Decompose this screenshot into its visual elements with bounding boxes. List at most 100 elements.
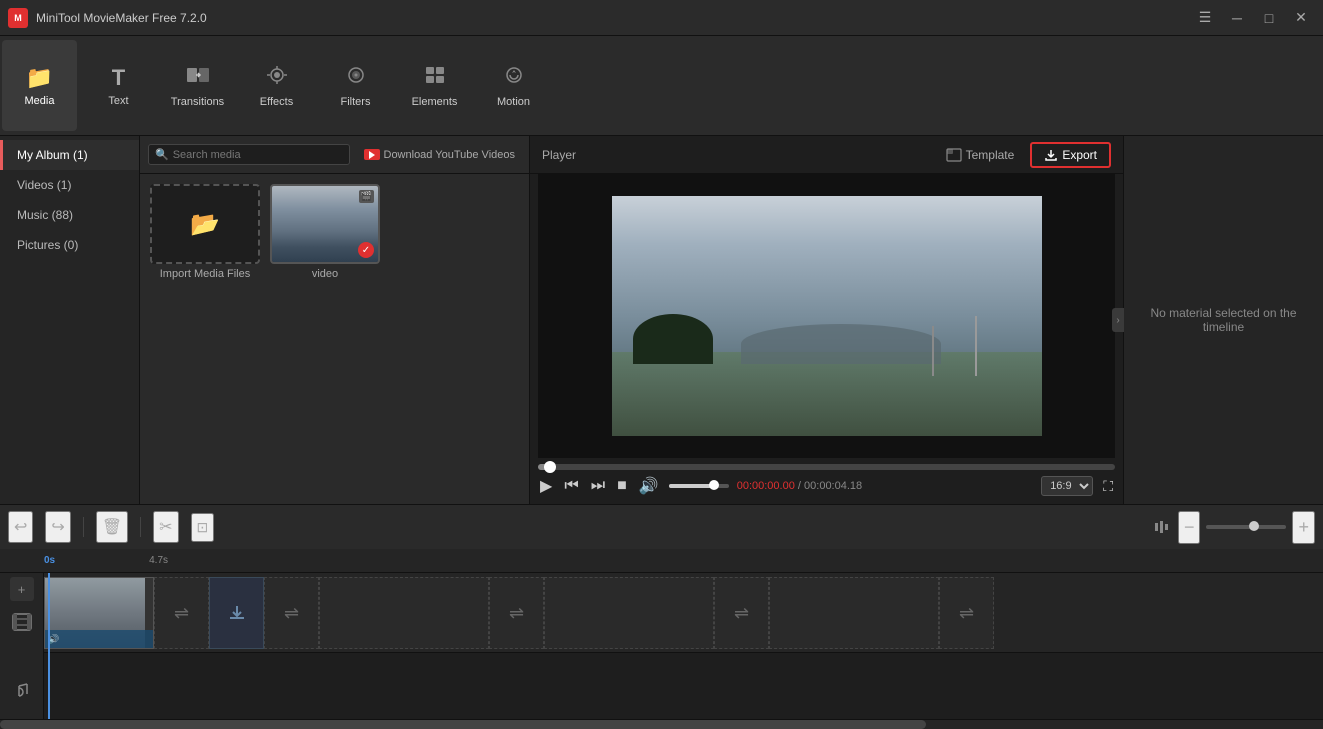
search-box[interactable]: 🔍 Search media	[148, 144, 350, 165]
volume-slider[interactable]	[669, 484, 729, 488]
toolbar-motion[interactable]: Motion	[476, 40, 551, 131]
ground-area	[612, 352, 1042, 436]
audio-track	[44, 653, 1323, 703]
cut-button[interactable]: ✂	[153, 511, 178, 543]
toolbar-effects[interactable]: Effects	[239, 40, 314, 131]
title-bar: M MiniTool MovieMaker Free 7.2.0 ☰ ─ □ ✕	[0, 0, 1323, 36]
toolbar-filters[interactable]: Filters	[318, 40, 393, 131]
template-icon	[946, 148, 962, 162]
toolbar-media-label: Media	[25, 95, 55, 107]
media-icon: 📁	[26, 65, 53, 91]
add-track-button[interactable]: +	[10, 577, 34, 601]
import-label: Import Media Files	[160, 268, 250, 280]
search-placeholder: Search media	[173, 149, 241, 161]
youtube-play-icon	[369, 151, 375, 159]
controls-right: 16:9 9:16 1:1 4:3 21:9 ⛶	[1041, 476, 1115, 497]
prev-frame-button[interactable]: ⏮	[562, 475, 580, 497]
motion-icon	[502, 64, 526, 92]
export-button[interactable]: Export	[1030, 142, 1111, 168]
transition-cell-5[interactable]: ⇌	[714, 577, 769, 649]
timeline-scrollbar[interactable]	[0, 719, 1323, 729]
volume-fill	[669, 484, 714, 488]
toolbar-elements[interactable]: Elements	[397, 40, 472, 131]
ruler-mark-0: 0s	[44, 555, 55, 566]
minimize-button[interactable]: ─	[1223, 8, 1251, 28]
play-button[interactable]: ▶	[538, 474, 554, 498]
progress-bar[interactable]	[538, 464, 1115, 470]
transitions-icon	[186, 64, 210, 92]
delete-button[interactable]: 🗑	[96, 511, 128, 543]
progress-handle[interactable]	[544, 461, 556, 473]
sidebar-item-my-album[interactable]: My Album (1)	[0, 140, 139, 170]
transition-cell-1[interactable]: ⇌	[154, 577, 209, 649]
elements-icon	[423, 64, 447, 92]
text-icon: T	[112, 65, 125, 91]
video-label: video	[312, 268, 338, 280]
player-actions: Template Export	[938, 142, 1111, 168]
redo-button[interactable]: ↪	[45, 511, 70, 543]
zoom-handle[interactable]	[1249, 521, 1259, 531]
volume-button[interactable]: 🔊	[637, 474, 661, 498]
transition-cell-4[interactable]: ⇌	[489, 577, 544, 649]
audio-waveform	[45, 630, 153, 648]
video-media-item[interactable]: 🎬 ✓ video	[270, 184, 380, 280]
player-video-inner	[612, 196, 1042, 436]
time-current: 00:00:00.00	[737, 480, 795, 492]
youtube-download-button[interactable]: Download YouTube Videos	[358, 146, 522, 164]
template-button[interactable]: Template	[938, 144, 1023, 166]
toolbar-text[interactable]: T Text	[81, 40, 156, 131]
tree-left	[633, 314, 713, 364]
zoom-out-button[interactable]: −	[1178, 511, 1201, 544]
film-icon	[12, 613, 32, 631]
aspect-ratio-select[interactable]: 16:9 9:16 1:1 4:3 21:9	[1041, 476, 1093, 496]
toolbar: 📁 Media T Text Transitions	[0, 36, 1323, 136]
menu-button[interactable]: ☰	[1191, 8, 1219, 28]
sidebar-item-videos[interactable]: Videos (1)	[0, 170, 139, 200]
fullscreen-button[interactable]: ⛶	[1101, 476, 1115, 497]
transition-cell-3[interactable]: ⇌	[264, 577, 319, 649]
crop-button[interactable]: ⊡	[191, 513, 215, 542]
sidebar-item-music[interactable]: Music (88)	[0, 200, 139, 230]
transition-cell-2[interactable]	[209, 577, 264, 649]
stop-button[interactable]: ■	[615, 475, 629, 497]
collapse-button[interactable]: ›	[1112, 308, 1124, 332]
scroll-thumb[interactable]	[0, 720, 926, 729]
download-icon	[227, 603, 247, 623]
video-track-icon	[12, 613, 32, 634]
video-thumb[interactable]: 🎬 ✓	[270, 184, 380, 264]
timeline-track-area: +	[0, 573, 1323, 719]
undo-button[interactable]: ↩	[8, 511, 33, 543]
video-clip-1[interactable]: 🔊	[44, 577, 154, 649]
zoom-controls: − +	[1154, 511, 1315, 544]
ruler-mark-1: 4.7s	[149, 555, 168, 566]
zoom-slider[interactable]	[1206, 525, 1286, 529]
sidebar-item-pictures[interactable]: Pictures (0)	[0, 230, 139, 260]
import-thumb[interactable]: 📂	[150, 184, 260, 264]
time-total: 00:00:04.18	[804, 480, 862, 492]
time-display: 00:00:00.00 / 00:00:04.18	[737, 480, 862, 492]
import-media-item[interactable]: 📂 Import Media Files	[150, 184, 260, 280]
timeline-playhead[interactable]	[48, 573, 50, 719]
toolbar-filters-label: Filters	[341, 96, 371, 108]
pole-2	[932, 326, 934, 376]
search-icon: 🔍	[155, 148, 169, 161]
empty-cell-1	[319, 577, 489, 649]
properties-panel: › No material selected on the timeline	[1123, 136, 1323, 504]
player-controls: ▶ ⏮ ⏭ ■ 🔊 00:00:00.00 / 00:00:04.18	[530, 458, 1123, 504]
volume-handle[interactable]	[709, 480, 719, 490]
app-body: 📁 Media T Text Transitions	[0, 36, 1323, 729]
next-frame-button[interactable]: ⏭	[589, 475, 607, 497]
youtube-label: Download YouTube Videos	[384, 149, 516, 161]
toolbar-transitions[interactable]: Transitions	[160, 40, 235, 131]
filters-icon	[344, 64, 368, 92]
transition-cell-6[interactable]: ⇌	[939, 577, 994, 649]
toolbar-media[interactable]: 📁 Media	[2, 40, 77, 131]
maximize-button[interactable]: □	[1255, 8, 1283, 28]
app-title: MiniTool MovieMaker Free 7.2.0	[36, 11, 1183, 25]
toolbar-elements-label: Elements	[412, 96, 458, 108]
tl-separator-2	[140, 517, 141, 537]
timeline-track-icons: +	[0, 573, 44, 719]
zoom-columns-icon	[1154, 519, 1172, 535]
close-button[interactable]: ✕	[1287, 8, 1315, 28]
zoom-in-button[interactable]: +	[1292, 511, 1315, 544]
